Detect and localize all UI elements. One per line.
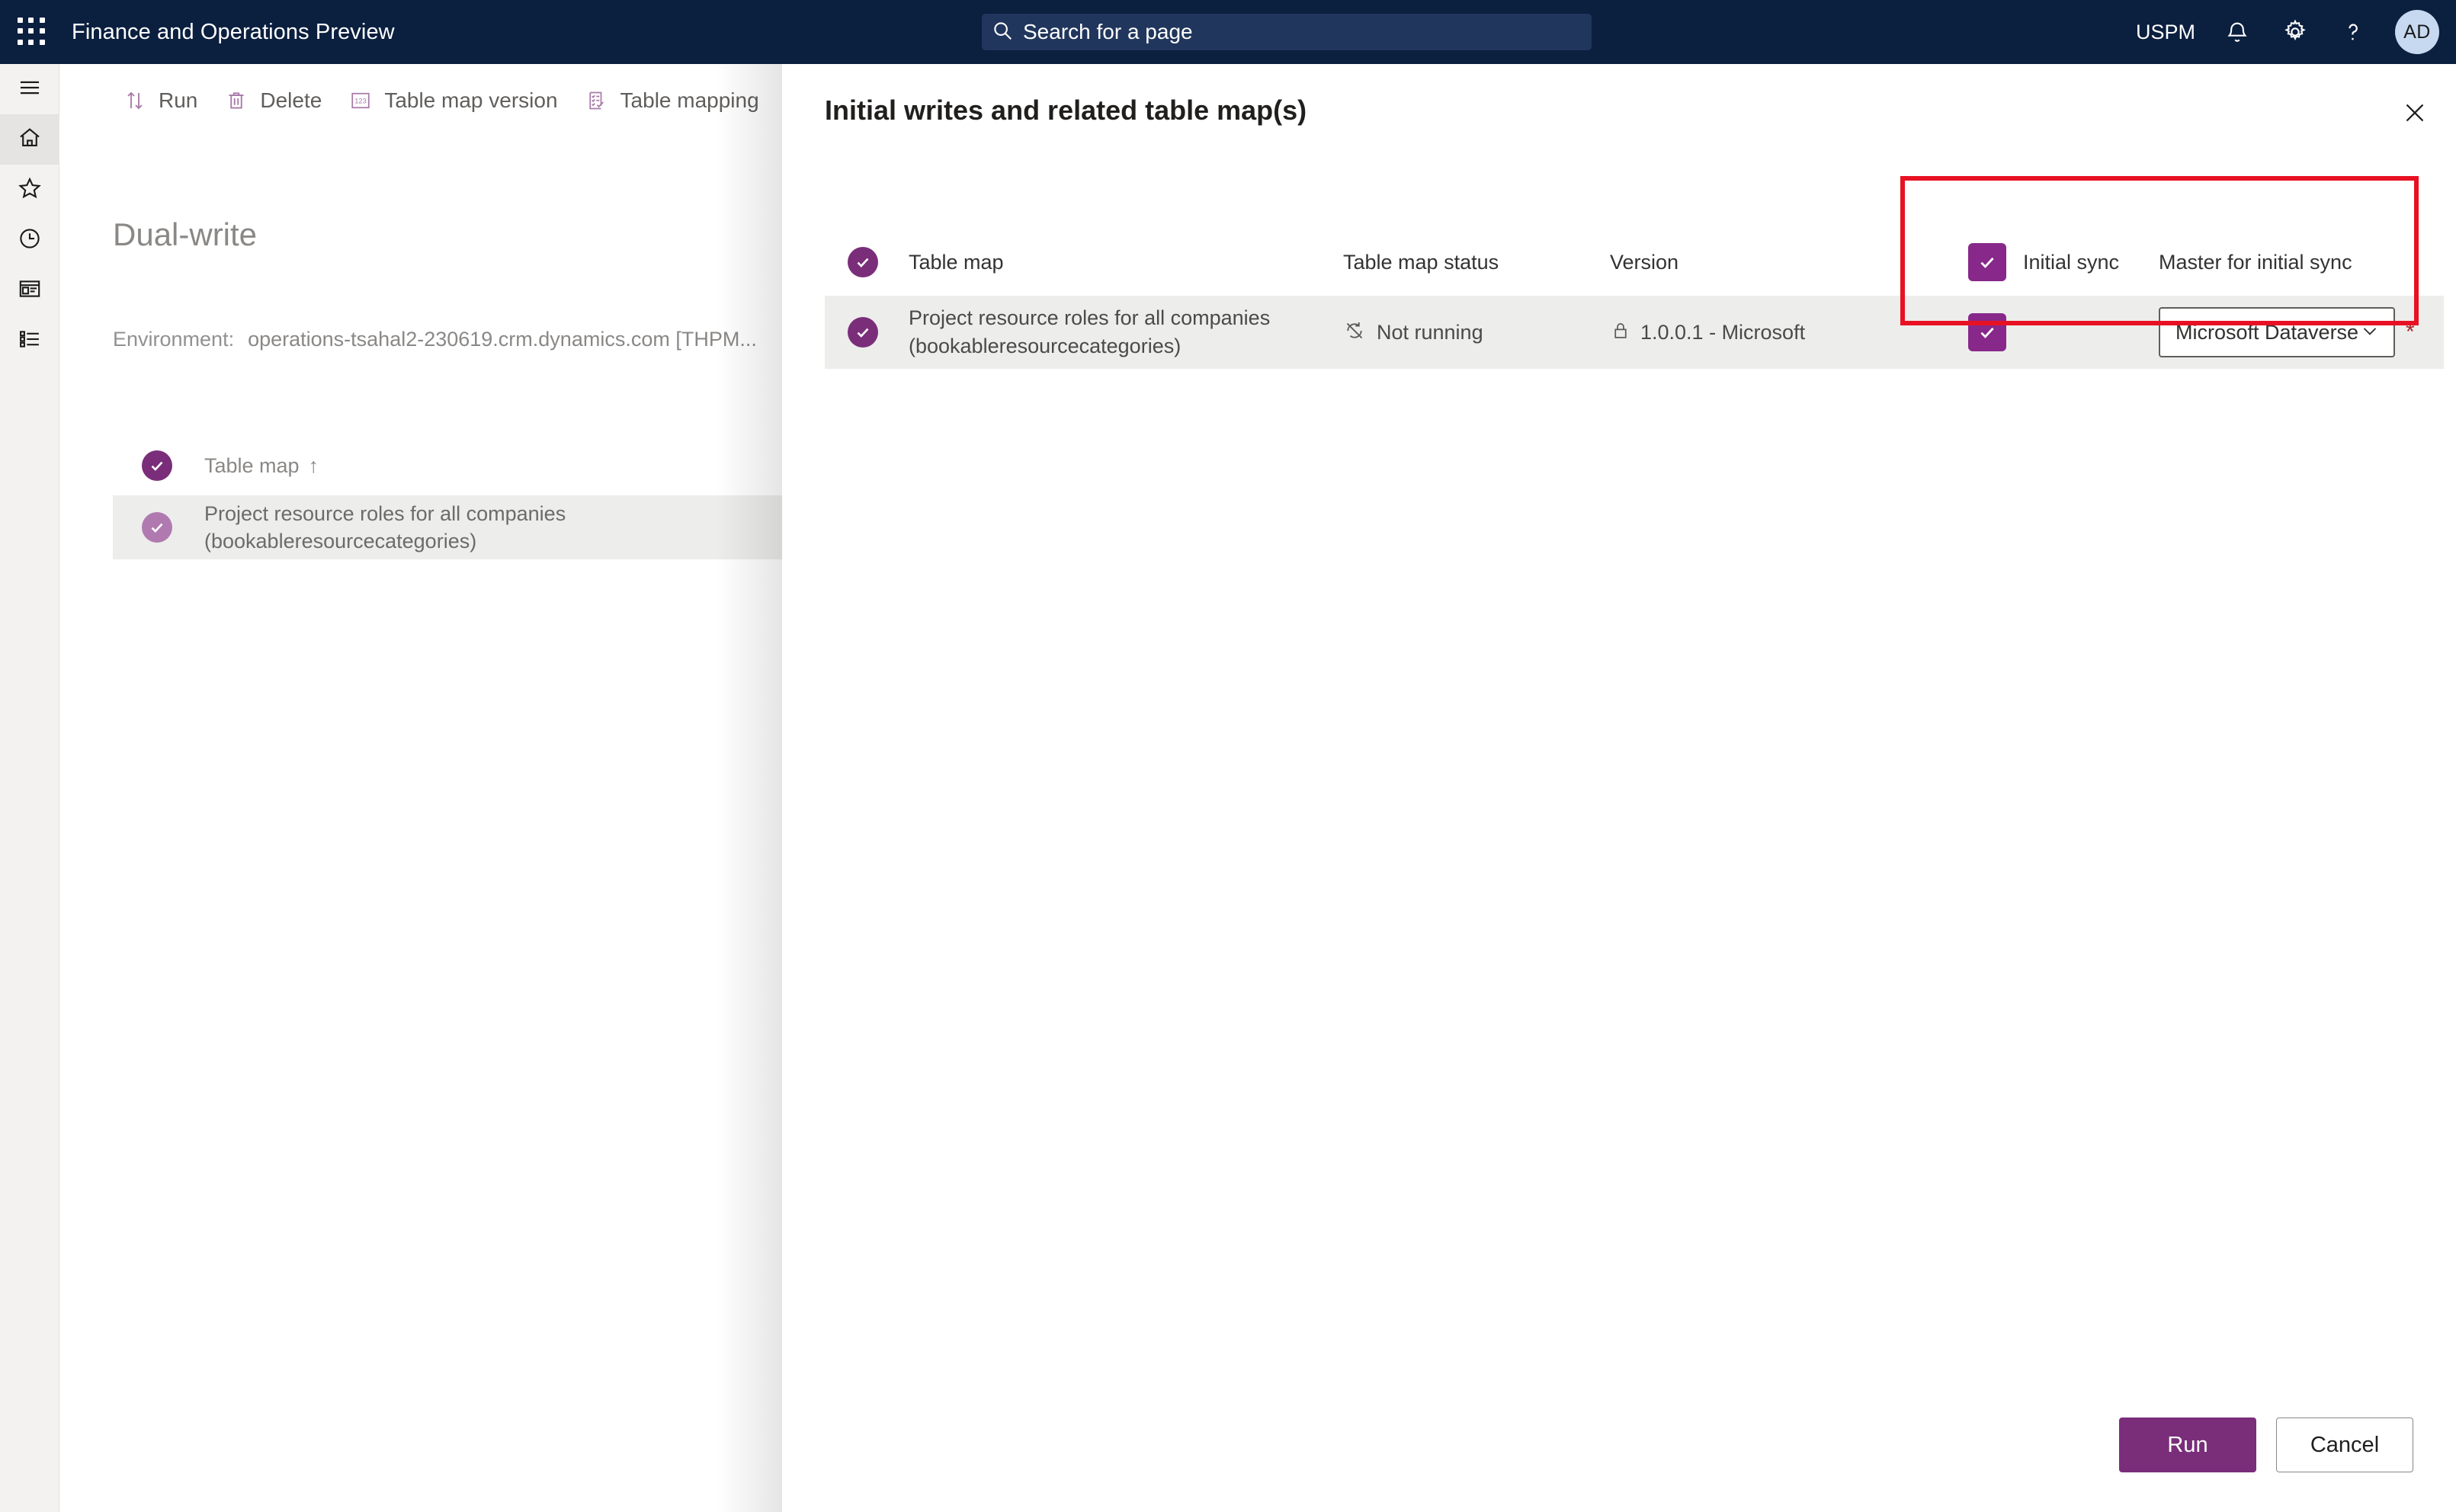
left-navigation-rail: [0, 64, 59, 1512]
number-123-icon: 123: [348, 88, 374, 114]
modules-list-icon: [17, 326, 43, 356]
gear-icon[interactable]: [2279, 16, 2311, 48]
environment-row: Environment: operations-tsahal2-230619.c…: [113, 328, 757, 351]
sidebar-item-modules[interactable]: [0, 316, 59, 366]
delete-button-label: Delete: [260, 88, 322, 112]
grid-row-status-text: Not running: [1377, 320, 1483, 344]
sort-arrows-icon: [122, 88, 148, 114]
table-map-version-button[interactable]: 123 Table map version: [338, 82, 574, 120]
table-map-column-text: Table map: [204, 453, 300, 477]
environment-label: Environment:: [113, 328, 235, 351]
table-map-version-label: Table map version: [384, 88, 558, 112]
master-for-initial-sync-value: Microsoft Dataverse: [2175, 320, 2359, 344]
grid-header-table-map[interactable]: Table map: [909, 251, 1343, 274]
command-toolbar: Run Delete 123 Table map version Table m…: [113, 78, 776, 123]
grid-header-version-label: Version: [1610, 250, 1679, 274]
checklist-icon: [584, 88, 610, 114]
table-maps-grid: Table map Table map status Version Initi…: [825, 229, 2444, 369]
panel-title: Initial writes and related table map(s): [825, 94, 1307, 126]
grid-header-row: Table map Table map status Version Initi…: [825, 229, 2444, 296]
sidebar-item-menu[interactable]: [0, 64, 59, 114]
table-row-entity: (bookableresourcecategories): [204, 530, 477, 553]
grid-row-check-icon[interactable]: [848, 317, 878, 348]
bell-icon[interactable]: [2221, 16, 2253, 48]
run-button-label: Run: [159, 88, 198, 112]
table-map-column-header[interactable]: Table map ↑: [113, 437, 791, 494]
row-check-icon[interactable]: [142, 512, 172, 543]
grid-row-table-map-cell: Project resource roles for all companies…: [909, 304, 1343, 361]
table-mapping-label: Table mapping: [620, 88, 759, 112]
grid-row-version-cell: 1.0.0.1 - Microsoft: [1610, 320, 1938, 345]
table-map-column-label: Table map ↑: [204, 454, 319, 478]
initial-writes-panel: Initial writes and related table map(s) …: [782, 64, 2456, 1512]
lock-icon: [1610, 320, 1631, 345]
home-icon: [17, 125, 43, 155]
table-mapping-button[interactable]: Table mapping: [575, 82, 776, 120]
grid-row-table-map-name: Project resource roles for all companies: [909, 306, 1271, 329]
master-for-initial-sync-dropdown[interactable]: Microsoft Dataverse: [2159, 307, 2395, 357]
grid-row-table-map-entity: (bookableresourcecategories): [909, 335, 1182, 357]
grid-header-initial-sync-label: Initial sync: [2023, 250, 2120, 274]
avatar[interactable]: AD: [2395, 10, 2439, 54]
grid-header-table-map-label: Table map: [909, 250, 1004, 274]
company-selector[interactable]: USPM: [2136, 21, 2195, 44]
environment-value[interactable]: operations-tsahal2-230619.crm.dynamics.c…: [248, 328, 757, 351]
panel-cancel-button[interactable]: Cancel: [2276, 1418, 2413, 1472]
refresh-off-icon: [1343, 319, 1366, 346]
grid-row-select-cell[interactable]: [825, 317, 909, 348]
question-mark-icon[interactable]: [2337, 16, 2369, 48]
sort-ascending-icon: ↑: [308, 453, 319, 477]
svg-text:123: 123: [355, 97, 367, 104]
grid-header-master[interactable]: Master for initial sync: [2159, 251, 2444, 274]
grid-row-master-cell[interactable]: Microsoft Dataverse *: [2159, 307, 2444, 357]
table-row-label: Project resource roles for all companies…: [204, 500, 566, 556]
grid-header-status[interactable]: Table map status: [1343, 251, 1610, 274]
grid-data-row[interactable]: Project resource roles for all companies…: [825, 296, 2444, 369]
header-right-cluster: USPM AD: [2136, 0, 2439, 64]
app-title: Finance and Operations Preview: [72, 19, 395, 44]
grid-row-table-map-text: Project resource roles for all companies…: [909, 304, 1270, 361]
sidebar-item-workspaces[interactable]: [0, 265, 59, 316]
grid-header-version[interactable]: Version: [1610, 251, 1938, 274]
grid-row-version-text: 1.0.0.1 - Microsoft: [1640, 320, 1806, 344]
run-button[interactable]: Run: [113, 82, 214, 120]
grid-header-initial-sync[interactable]: Initial sync: [1938, 243, 2159, 281]
search-icon: [991, 19, 1014, 46]
initial-sync-checkbox[interactable]: [1968, 313, 2006, 351]
sidebar-item-home[interactable]: [0, 114, 59, 165]
workspaces-icon: [17, 276, 43, 306]
grid-header-master-label: Master for initial sync: [2159, 250, 2352, 274]
grid-row-initial-sync-cell[interactable]: [1938, 313, 2159, 351]
close-icon[interactable]: [2390, 88, 2439, 137]
sidebar-item-favorites[interactable]: [0, 165, 59, 215]
panel-footer: Run Cancel: [2119, 1418, 2413, 1472]
hamburger-menu-icon: [17, 75, 43, 104]
app-header: Finance and Operations Preview Search fo…: [0, 0, 2456, 64]
select-all-check-icon[interactable]: [142, 450, 172, 481]
clock-icon: [17, 226, 43, 255]
grid-select-all-cell[interactable]: [825, 247, 909, 277]
search-input[interactable]: Search for a page: [982, 14, 1592, 50]
table-row[interactable]: Project resource roles for all companies…: [113, 495, 791, 559]
grid-select-all-check-icon[interactable]: [848, 247, 878, 277]
table-row-name: Project resource roles for all companies: [204, 501, 566, 525]
sidebar-item-recent[interactable]: [0, 215, 59, 265]
grid-row-status-cell: Not running: [1343, 319, 1610, 346]
panel-run-button[interactable]: Run: [2119, 1418, 2256, 1472]
initial-sync-select-all-checkbox[interactable]: [1968, 243, 2006, 281]
page-title: Dual-write: [113, 216, 258, 252]
grid-header-status-label: Table map status: [1343, 250, 1499, 274]
chevron-down-icon: [2358, 319, 2381, 346]
required-field-marker: *: [2406, 319, 2415, 344]
search-placeholder: Search for a page: [1023, 20, 1193, 43]
delete-button[interactable]: Delete: [214, 82, 338, 120]
app-launcher-icon[interactable]: [12, 12, 52, 52]
trash-icon: [223, 88, 249, 114]
star-icon: [17, 175, 43, 205]
